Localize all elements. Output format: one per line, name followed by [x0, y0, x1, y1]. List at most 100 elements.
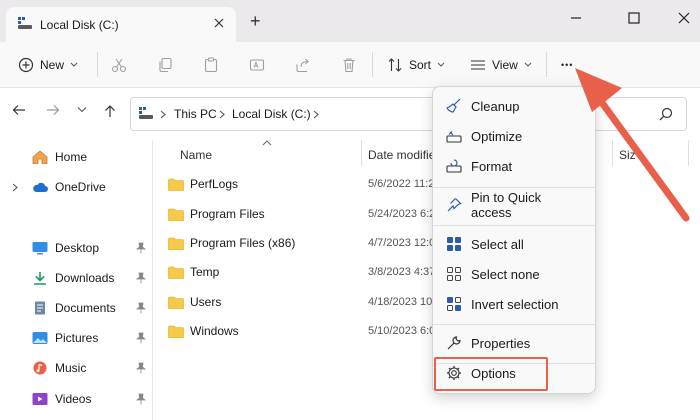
new-label: New	[40, 57, 65, 72]
paste-button[interactable]	[203, 42, 219, 87]
pane-divider	[152, 140, 153, 420]
chevron-down-icon	[70, 62, 78, 68]
scissors-icon	[111, 57, 127, 73]
forward-button[interactable]	[46, 104, 60, 116]
pin-icon[interactable]	[136, 393, 146, 405]
file-row[interactable]: Program Files (x86)	[168, 232, 295, 254]
chevron-down-icon	[524, 62, 532, 68]
sidebar-item-music[interactable]: Music	[32, 357, 86, 379]
new-tab-button[interactable]: +	[250, 12, 261, 30]
cut-button[interactable]	[111, 42, 127, 87]
folder-icon	[168, 296, 184, 309]
pin-icon[interactable]	[136, 302, 146, 314]
rename-button[interactable]	[249, 42, 265, 87]
options-highlight-box	[434, 357, 548, 391]
plus-circle-icon	[18, 57, 34, 73]
file-name: Program Files (x86)	[190, 236, 296, 250]
folder-icon	[168, 266, 184, 279]
minimize-button[interactable]	[565, 8, 589, 28]
sidebar-item-home[interactable]: Home	[32, 146, 87, 168]
pin-icon	[445, 197, 463, 213]
chevron-down-icon	[437, 62, 445, 68]
up-button[interactable]	[104, 104, 116, 118]
file-row[interactable]: Temp	[168, 261, 219, 283]
sidebar-item-onedrive[interactable]: OneDrive	[32, 176, 106, 198]
sidebar-item-videos[interactable]: Videos	[32, 388, 91, 410]
format-icon	[445, 158, 463, 174]
music-icon	[32, 361, 48, 375]
sidebar-item-label: Pictures	[55, 331, 99, 345]
toolbar-divider	[372, 52, 373, 77]
file-date: 5/10/2023 6:0	[368, 325, 436, 337]
sort-label: Sort	[409, 57, 432, 72]
menu-item-select-all[interactable]: Select all	[443, 231, 585, 257]
menu-item-select-none[interactable]: Select none	[443, 261, 585, 287]
invert-selection-icon	[445, 296, 463, 312]
file-row[interactable]: Program Files	[168, 203, 265, 225]
pin-icon[interactable]	[136, 242, 146, 254]
file-row[interactable]: PerfLogs	[168, 173, 238, 195]
menu-item-invert-selection[interactable]: Invert selection	[443, 291, 585, 317]
pin-icon[interactable]	[136, 332, 146, 344]
delete-button[interactable]	[341, 42, 357, 87]
sidebar-item-label: Documents	[55, 301, 116, 315]
file-name: Users	[190, 295, 222, 309]
menu-divider	[433, 324, 595, 325]
copy-button[interactable]	[157, 42, 173, 87]
broom-icon	[445, 98, 463, 114]
documents-icon	[32, 301, 48, 315]
file-name: PerfLogs	[190, 177, 239, 191]
column-header-name[interactable]: Name	[180, 148, 212, 162]
menu-item-properties[interactable]: Properties	[443, 330, 585, 356]
recent-locations-button[interactable]	[77, 106, 87, 114]
menu-item-label: Select all	[471, 236, 524, 252]
close-button[interactable]	[672, 8, 696, 28]
file-name: Temp	[190, 265, 220, 279]
sidebar-item-downloads[interactable]: Downloads	[32, 267, 114, 289]
sidebar-item-desktop[interactable]: Desktop	[32, 237, 99, 259]
videos-icon	[32, 392, 48, 406]
toolbar-divider	[97, 52, 98, 77]
folder-icon	[168, 178, 184, 191]
menu-item-label: Format	[471, 158, 513, 174]
menu-item-label: Optimize	[471, 128, 523, 144]
file-date: 5/24/2023 6:2	[368, 208, 436, 220]
close-tab-icon[interactable]	[214, 18, 224, 28]
pin-icon[interactable]	[136, 362, 146, 374]
breadcrumb-this-pc[interactable]: This PC	[174, 107, 217, 121]
file-name: Program Files	[190, 207, 265, 221]
breadcrumb-local-disk[interactable]: Local Disk (C:)	[232, 107, 311, 121]
tab-local-disk[interactable]: Local Disk (C:)	[6, 7, 236, 42]
sidebar-item-label: Home	[55, 150, 88, 164]
column-divider	[361, 140, 362, 166]
sort-button[interactable]: Sort	[387, 42, 445, 87]
sidebar-item-label: Music	[55, 361, 87, 375]
desktop-icon	[32, 241, 48, 255]
download-icon	[32, 271, 48, 285]
chevron-right-icon	[313, 110, 319, 119]
back-button[interactable]	[12, 104, 26, 116]
chevron-right-icon	[219, 110, 225, 119]
pin-icon[interactable]	[136, 272, 146, 284]
share-button[interactable]	[295, 42, 311, 87]
file-date: 4/18/2023 10:	[368, 296, 436, 308]
folder-icon	[168, 208, 184, 221]
menu-item-label: Select none	[471, 266, 540, 282]
chevron-right-icon	[160, 110, 166, 119]
sidebar-item-documents[interactable]: Documents	[32, 297, 116, 319]
column-header-date[interactable]: Date modifie	[368, 148, 435, 162]
expand-chevron-icon[interactable]	[12, 183, 18, 192]
sidebar-item-label: Downloads	[55, 271, 115, 285]
sort-ascending-icon	[262, 140, 272, 146]
maximize-button[interactable]	[622, 8, 646, 28]
sidebar-item-label: OneDrive	[55, 180, 106, 194]
sidebar-item-label: Desktop	[55, 241, 100, 255]
file-row[interactable]: Users	[168, 291, 221, 313]
drive-icon	[18, 17, 32, 29]
file-name: Windows	[190, 324, 239, 338]
file-row[interactable]: Windows	[168, 320, 239, 342]
cloud-icon	[32, 181, 48, 193]
sidebar-item-pictures[interactable]: Pictures	[32, 327, 98, 349]
new-button[interactable]: New	[18, 42, 78, 87]
view-button[interactable]: View	[470, 42, 532, 87]
